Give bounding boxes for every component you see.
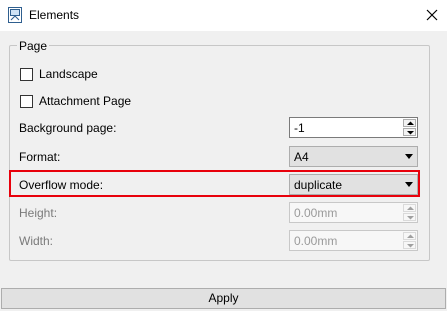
overflow-mode-value: duplicate (294, 178, 343, 192)
spin-up-button[interactable] (403, 232, 416, 240)
spin-up-button[interactable] (403, 119, 416, 127)
background-page-spinbox[interactable]: -1 (289, 117, 418, 138)
apply-button[interactable]: Apply (1, 288, 446, 309)
attachment-page-checkbox-box[interactable] (20, 94, 33, 108)
spin-down-button[interactable] (403, 241, 416, 249)
page-group-title: Page (17, 39, 50, 53)
background-page-label: Background page: (19, 121, 117, 135)
close-icon (426, 9, 438, 21)
background-page-value: -1 (294, 121, 305, 135)
overflow-mode-label: Overflow mode: (19, 178, 104, 192)
chevron-up-icon (407, 206, 414, 210)
window-title: Elements (29, 8, 80, 22)
overflow-mode-combobox[interactable]: duplicate (289, 174, 418, 195)
title-bar: Elements (0, 0, 447, 31)
width-value: 0.00mm (294, 234, 338, 248)
attachment-page-label: Attachment Page (39, 94, 132, 108)
width-spinbox[interactable]: 0.00mm (289, 230, 418, 251)
height-spinbox[interactable]: 0.00mm (289, 202, 418, 223)
format-value: A4 (294, 150, 309, 164)
chevron-down-icon (407, 131, 414, 135)
chevron-up-icon (407, 234, 414, 238)
landscape-checkbox[interactable]: Landscape (20, 66, 98, 82)
format-label: Format: (19, 150, 61, 164)
spin-down-button[interactable] (403, 128, 416, 136)
close-button[interactable] (419, 0, 447, 31)
landscape-label: Landscape (39, 67, 98, 81)
document-icon (7, 6, 23, 24)
width-label: Width: (19, 234, 54, 248)
spin-up-button[interactable] (403, 204, 416, 212)
chevron-down-icon (407, 244, 414, 248)
chevron-down-icon (407, 216, 414, 220)
chevron-up-icon (407, 121, 414, 125)
height-label: Height: (19, 206, 58, 220)
spin-down-button[interactable] (403, 213, 416, 221)
attachment-page-checkbox[interactable]: Attachment Page (20, 93, 131, 109)
chevron-down-icon (405, 154, 413, 159)
chevron-down-icon (405, 182, 413, 187)
format-combobox[interactable]: A4 (289, 146, 418, 167)
landscape-checkbox-box[interactable] (20, 67, 33, 81)
height-value: 0.00mm (294, 206, 338, 220)
